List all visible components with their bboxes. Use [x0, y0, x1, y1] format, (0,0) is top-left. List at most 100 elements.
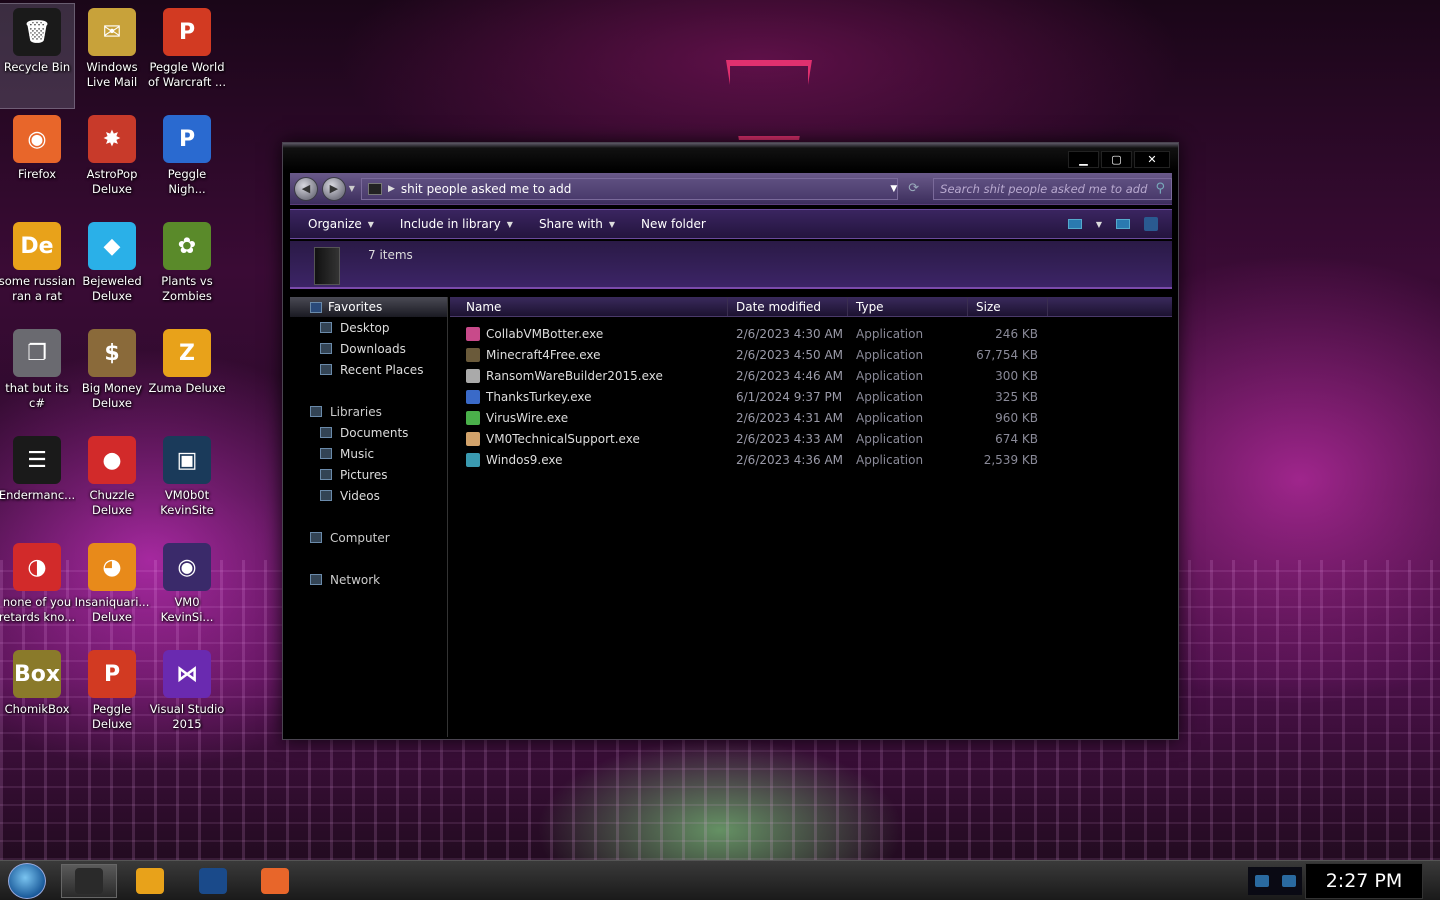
back-button[interactable]: ◀: [294, 176, 318, 201]
desktop-icon-recycle-bin[interactable]: 🗑 Recycle Bin: [0, 3, 75, 109]
share-with-menu[interactable]: Share with ▼: [531, 213, 623, 235]
desktop-icon-peggle[interactable]: P Peggle World of Warcraft ...: [148, 4, 226, 108]
column-header-type[interactable]: Type: [848, 297, 968, 316]
desktop-icon-bird[interactable]: ◑ none of you retards kno...: [0, 539, 75, 643]
file-row[interactable]: RansomWareBuilder2015.exe 2/6/2023 4:46 A…: [450, 365, 1172, 386]
file-date: 2/6/2023 4:50 AM: [736, 347, 844, 362]
plant-icon: ✿: [163, 222, 211, 270]
maximize-button[interactable]: ▢: [1101, 151, 1132, 168]
file-row[interactable]: VM0TechnicalSupport.exe 2/6/2023 4:33 AM A…: [450, 428, 1172, 449]
astropop-icon: ✸: [88, 115, 136, 163]
forward-button[interactable]: ▶: [321, 176, 346, 201]
zuma-icon: Z: [163, 329, 211, 377]
address-dropdown-icon[interactable]: ▼: [890, 184, 897, 194]
sidebar-item-downloads[interactable]: Downloads: [290, 338, 447, 359]
desktop-icon-firefox[interactable]: ◉ Firefox: [0, 111, 74, 215]
title-bar[interactable]: ▁ ▢ ✕: [283, 143, 1178, 171]
application-icon: [466, 389, 480, 404]
network-tray-icon[interactable]: [1254, 875, 1269, 887]
breadcrumb-chevron-icon[interactable]: ▶: [388, 184, 395, 194]
file-type: Application: [856, 431, 924, 446]
taskbar-clock[interactable]: 2:27 PM: [1305, 863, 1423, 899]
view-options-dropdown-icon[interactable]: ▼: [1096, 220, 1102, 229]
desktop-icon-de[interactable]: De some russian ran a rat: [0, 218, 75, 322]
file-row[interactable]: ThanksTurkey.exe 6/1/2024 9:37 PM Applicat…: [450, 386, 1172, 407]
chuzzle-icon: ●: [88, 436, 136, 484]
sidebar-item-favorites[interactable]: Favorites: [290, 297, 447, 317]
column-header-size[interactable]: Size: [968, 297, 1048, 316]
new-folder-button[interactable]: New folder: [633, 213, 714, 235]
new-folder-label: New folder: [641, 217, 706, 231]
desktop-icon-copy-window[interactable]: ❐ that but its c#: [0, 325, 74, 429]
search-icon[interactable]: ⚲: [1155, 181, 1165, 196]
search-input[interactable]: Search shit people asked me to add ⚲: [933, 177, 1172, 200]
file-name: Minecraft4Free.exe: [486, 347, 601, 362]
desktop-icon-vm[interactable]: ▣ VM0b0t KevinSite: [150, 432, 224, 536]
desktop-icon-label: Insaniquari... Deluxe: [74, 595, 150, 624]
explorer-window[interactable]: ▁ ▢ ✕ ◀ ▶ ▼ ▶ shit people asked me to ad…: [282, 142, 1179, 740]
desktop-icon-money-bag[interactable]: $ Big Money Deluxe: [75, 325, 149, 429]
file-size: 67,754 KB: [976, 347, 1038, 362]
sidebar-item-label: Downloads: [340, 341, 406, 356]
file-row[interactable]: Minecraft4Free.exe 2/6/2023 4:50 AM Applic…: [450, 344, 1172, 365]
desktop-icon-firefox-shortcut[interactable]: ◉ VM0 KevinSi...: [150, 539, 224, 643]
column-header-date-modified[interactable]: Date modified: [728, 297, 848, 316]
column-header-name[interactable]: Name: [458, 297, 728, 316]
file-size: 960 KB: [995, 410, 1038, 425]
close-button[interactable]: ✕: [1134, 151, 1170, 168]
application-icon: [466, 326, 480, 341]
desktop-icon-label: Recycle Bin: [3, 60, 71, 74]
sidebar-item-pictures[interactable]: Pictures: [290, 464, 447, 485]
mail-icon: ✉: [88, 8, 136, 56]
vm-taskbar-button[interactable]: [185, 864, 241, 898]
desktop-icon-astropop[interactable]: ✸ AstroPop Deluxe: [75, 111, 149, 215]
desktop-icon-chuzzle[interactable]: ● Chuzzle Deluxe: [75, 432, 149, 536]
firefox-taskbar-button[interactable]: [247, 864, 303, 898]
preview-pane-icon[interactable]: [1116, 219, 1130, 229]
desktop-icon-chomikbox[interactable]: Box ChomikBox: [0, 646, 74, 750]
minimize-button[interactable]: ▁: [1068, 151, 1099, 168]
sidebar-item-computer[interactable]: Computer: [290, 527, 447, 548]
file-type: Application: [856, 452, 924, 467]
desktop-icon: [320, 322, 332, 333]
desktop-icon-visual-studio[interactable]: ⋈ Visual Studio 2015: [150, 646, 224, 750]
organize-menu[interactable]: Organize ▼: [300, 213, 382, 235]
sidebar-item-documents[interactable]: Documents: [290, 422, 447, 443]
desktop-icon-label: Peggle Deluxe: [92, 702, 132, 731]
start-button[interactable]: [8, 863, 46, 899]
volume-tray-icon[interactable]: [1281, 875, 1296, 887]
sidebar-item-label: Music: [340, 446, 375, 461]
breadcrumb-current-folder[interactable]: shit people asked me to add: [401, 182, 571, 196]
sidebar-item-desktop[interactable]: Desktop: [290, 317, 447, 338]
desktop-icon-fish[interactable]: ◕ Insaniquari... Deluxe: [75, 539, 149, 643]
sidebar-item-network[interactable]: Network: [290, 569, 447, 590]
sidebar-item-recent-places[interactable]: Recent Places: [290, 359, 447, 380]
file-type: Application: [856, 410, 924, 425]
desktop-icon-label: Peggle Nigh...: [167, 167, 207, 196]
desktop-icon-peggle-nights[interactable]: P Peggle Nigh...: [150, 111, 224, 215]
peggle-nights-icon: P: [163, 115, 211, 163]
desktop-icon-mail[interactable]: ✉ Windows Live Mail: [75, 4, 149, 108]
change-view-icon[interactable]: [1067, 219, 1082, 229]
media-player-taskbar-button[interactable]: [122, 864, 178, 898]
help-icon[interactable]: [1144, 217, 1158, 231]
desktop-icon-peggle-deluxe[interactable]: P Peggle Deluxe: [75, 646, 149, 750]
file-row[interactable]: CollabVMBotter.exe 2/6/2023 4:30 AM Applic…: [450, 323, 1172, 344]
sidebar-item-libraries[interactable]: Libraries: [290, 401, 447, 422]
file-size: 674 KB: [995, 431, 1038, 446]
file-type: Application: [856, 368, 924, 383]
desktop-icon-plant[interactable]: ✿ Plants vs Zombies: [150, 218, 224, 322]
desktop-icon-console[interactable]: ☰ Endermanc...: [0, 432, 75, 536]
explorer-taskbar-button[interactable]: [61, 864, 117, 898]
include-in-library-menu[interactable]: Include in library ▼: [392, 213, 521, 235]
desktop-icon-gem[interactable]: ◆ Bejeweled Deluxe: [75, 218, 149, 322]
address-bar[interactable]: ▶ shit people asked me to add ▼: [360, 177, 899, 200]
sidebar-item-music[interactable]: Music: [290, 443, 447, 464]
refresh-icon[interactable]: ⟳: [908, 181, 919, 196]
recent-pages-dropdown[interactable]: ▼: [349, 184, 355, 193]
file-row[interactable]: Windos9.exe 2/6/2023 4:36 AM Application 2,…: [450, 449, 1172, 470]
sidebar-item-videos[interactable]: Videos: [290, 485, 447, 506]
desktop-icon-zuma[interactable]: Z Zuma Deluxe: [148, 325, 226, 429]
file-size: 246 KB: [995, 326, 1038, 341]
file-row[interactable]: VirusWire.exe 2/6/2023 4:31 AM Application…: [450, 407, 1172, 428]
